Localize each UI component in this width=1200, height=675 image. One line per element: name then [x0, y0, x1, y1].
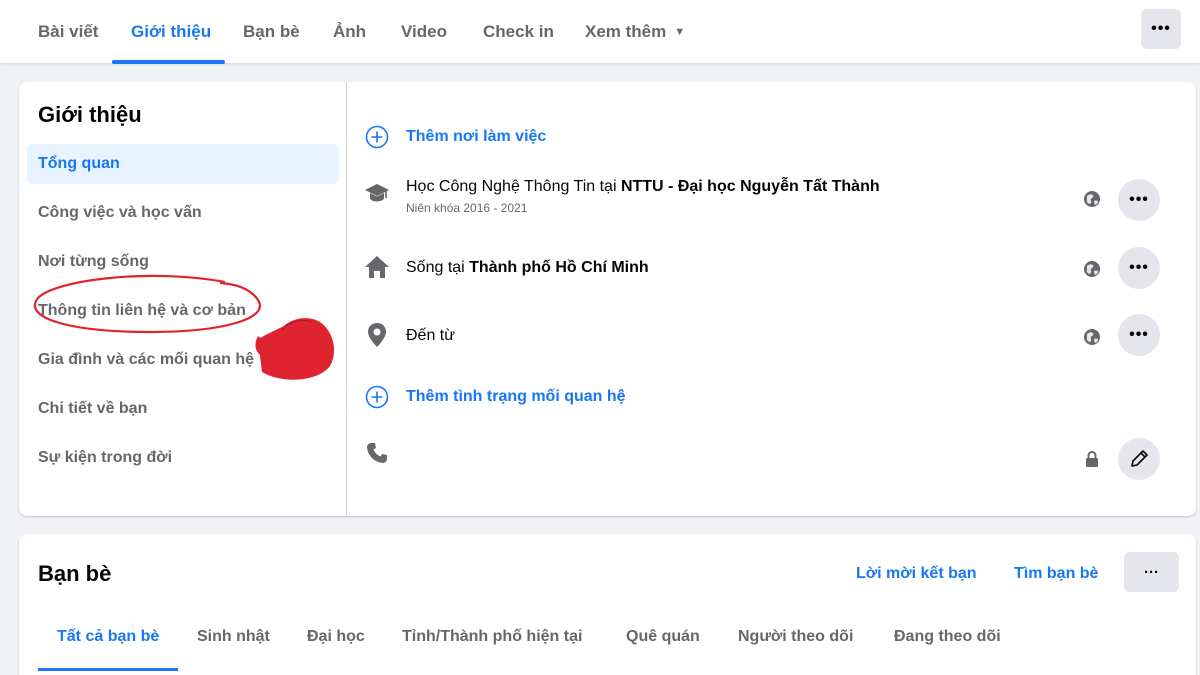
education-text: Học Công Nghệ Thông Tin tại NTTU - Đại h… [406, 178, 880, 196]
friends-tab-current-city[interactable]: Tỉnh/Thành phố hiện tại [402, 628, 582, 646]
add-relationship-link[interactable]: Thêm tình trạng mối quan hệ [406, 388, 626, 406]
friends-tab-all[interactable]: Tất cả bạn bè [57, 628, 159, 646]
sidebar-item-places-lived[interactable]: Nơi từng sống [27, 242, 339, 282]
tab-more-label: Xem thêm [585, 22, 667, 41]
graduation-cap-icon [364, 180, 390, 206]
friends-tab-hometown[interactable]: Quê quán [626, 628, 700, 646]
tab-posts[interactable]: Bài viết [38, 0, 98, 64]
tab-videos[interactable]: Video [401, 0, 447, 64]
globe-icon[interactable] [1082, 189, 1102, 209]
profile-tab-bar: Bài viết Giới thiệu Bạn bè Ảnh Video Che… [0, 0, 1200, 64]
education-school-link[interactable]: NTTU - Đại học Nguyễn Tất Thành [621, 178, 880, 195]
from-more-button[interactable]: ••• [1118, 314, 1160, 356]
add-workplace-link[interactable]: Thêm nơi làm việc [406, 128, 546, 146]
sidebar-item-family-relationships[interactable]: Gia đình và các mối quan hệ [27, 340, 339, 380]
lives-in-text: Sống tại Thành phố Hồ Chí Minh [406, 259, 649, 277]
about-card: Giới thiệu Tổng quan Công việc và học vấ… [19, 82, 1196, 516]
tab-friends[interactable]: Bạn bè [243, 0, 300, 64]
sidebar-item-work-education[interactable]: Công việc và học vấn [27, 193, 339, 233]
friends-tab-college[interactable]: Đại học [307, 628, 365, 646]
tab-more[interactable]: Xem thêm ▼ [585, 0, 685, 64]
pencil-icon [1131, 450, 1148, 467]
phone-icon [364, 440, 390, 466]
profile-more-button[interactable]: ••• [1141, 9, 1181, 49]
friends-tab-following[interactable]: Đang theo dõi [894, 628, 1001, 646]
friends-title: Bạn bè [38, 561, 112, 586]
sidebar-item-overview[interactable]: Tổng quan [27, 144, 339, 184]
education-more-button[interactable]: ••• [1118, 179, 1160, 221]
about-sidebar: Giới thiệu Tổng quan Công việc và học vấ… [19, 82, 347, 516]
lives-in-more-button[interactable]: ••• [1118, 247, 1160, 289]
from-text: Đến từ [406, 327, 455, 344]
friends-tab-birthdays[interactable]: Sinh nhật [197, 628, 270, 646]
about-title: Giới thiệu [38, 102, 142, 127]
globe-icon[interactable] [1082, 259, 1102, 279]
globe-icon[interactable] [1082, 327, 1102, 347]
friends-more-button[interactable]: ··· [1124, 552, 1179, 592]
lives-in-city-link[interactable]: Thành phố Hồ Chí Minh [469, 259, 649, 276]
active-tab-indicator [112, 60, 225, 64]
friend-requests-link[interactable]: Lời mời kết bạn [856, 565, 977, 583]
education-prefix: Học Công Nghệ Thông Tin tại [406, 178, 621, 195]
lock-icon[interactable] [1082, 449, 1102, 469]
lives-in-prefix: Sống tại [406, 259, 470, 276]
location-pin-icon [364, 322, 390, 348]
home-icon [364, 254, 390, 280]
find-friends-link[interactable]: Tìm bạn bè [1014, 565, 1098, 583]
friends-active-tab-indicator [38, 668, 178, 671]
tab-about[interactable]: Giới thiệu [131, 0, 211, 64]
sidebar-item-life-events[interactable]: Sự kiện trong đời [27, 438, 339, 478]
plus-circle-icon[interactable] [364, 384, 390, 410]
sidebar-item-contact-basic-info[interactable]: Thông tin liên hệ và cơ bản [27, 291, 339, 331]
tab-photos[interactable]: Ảnh [333, 0, 366, 64]
caret-down-icon: ▼ [674, 26, 686, 38]
friends-card: Bạn bè Lời mời kết bạn Tìm bạn bè ··· Tấ… [19, 534, 1196, 675]
plus-circle-icon[interactable] [364, 124, 390, 150]
edit-phone-button[interactable] [1118, 438, 1160, 480]
tab-checkins[interactable]: Check in [483, 0, 554, 64]
education-years: Niên khóa 2016 - 2021 [406, 201, 528, 215]
sidebar-item-details-about-you[interactable]: Chi tiết về bạn [27, 389, 339, 429]
friends-tab-followers[interactable]: Người theo dõi [738, 628, 853, 646]
